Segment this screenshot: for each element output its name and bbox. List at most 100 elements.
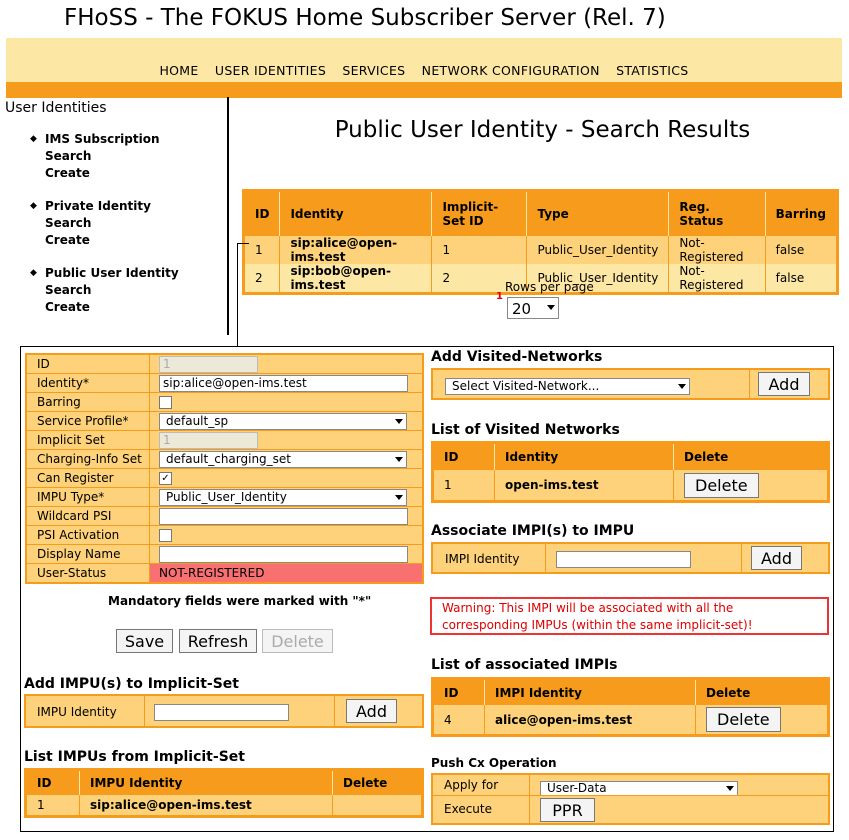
warning-message: Warning: This IMPI will be associated wi…	[430, 597, 829, 635]
mandatory-note: Mandatory fields were marked with "*"	[108, 594, 372, 608]
sidebar-heading: Private Identity	[30, 198, 151, 215]
impi-identity-input[interactable]	[556, 551, 691, 568]
field-label: Identity*	[26, 373, 150, 393]
service-profile-select[interactable]: default_sp	[159, 412, 407, 430]
column-header: Implicit-Set ID	[431, 190, 528, 236]
field-label: Service Profile*	[26, 411, 150, 431]
sidebar-link-search[interactable]: Search	[30, 282, 179, 299]
cell-delete: Delete	[695, 705, 829, 736]
rows-per-page-label: Rows per page	[505, 280, 594, 294]
display-name-field[interactable]	[159, 545, 408, 563]
cell-delete	[332, 795, 423, 817]
identity-field[interactable]: sip:alice@open-ims.test	[159, 374, 408, 392]
impu-identity-label: IMPU Identity	[37, 705, 117, 719]
sidebar-section-public-user-identity: Public User Identity Search Create	[30, 265, 179, 316]
chevron-down-icon	[395, 456, 403, 462]
column-header: ID	[25, 769, 80, 795]
field-label: ID	[26, 354, 150, 374]
cell-id: 1	[25, 795, 80, 817]
add-impi-button[interactable]: Add	[751, 546, 802, 570]
table-row: 1 open-ims.test Delete	[432, 470, 829, 502]
delete-impi-button[interactable]: Delete	[706, 707, 781, 732]
delete-visited-network-button[interactable]: Delete	[684, 472, 759, 498]
chevron-down-icon	[395, 418, 403, 424]
section-title: Add Visited-Networks	[431, 349, 603, 365]
sidebar-link-create[interactable]: Create	[30, 232, 151, 249]
cell-identity: open-ims.test	[494, 470, 674, 502]
cell-barring: false	[765, 236, 839, 264]
column-header: Barring	[765, 190, 838, 236]
add-visited-network-button[interactable]: Add	[758, 372, 810, 396]
nav-services[interactable]: SERVICES	[342, 63, 405, 78]
column-header: ID	[432, 442, 495, 470]
field-label: User-Status	[37, 566, 107, 580]
table-row: 4 alice@open-ims.test Delete	[432, 705, 829, 736]
sidebar-link-search[interactable]: Search	[30, 148, 160, 165]
column-header: ID	[432, 678, 485, 705]
associated-impis-table: ID IMPI Identity Delete 4 alice@open-ims…	[431, 677, 830, 737]
cell-implicit-set: 1	[431, 236, 528, 264]
barring-checkbox[interactable]	[159, 396, 172, 409]
field-label: Implicit Set	[26, 430, 150, 450]
charging-info-select[interactable]: default_charging_set	[159, 450, 407, 468]
select-value: Public_User_Identity	[166, 489, 287, 504]
column-header: IMPI Identity	[484, 678, 696, 705]
wildcard-psi-field[interactable]	[159, 507, 408, 525]
column-header: Identity	[279, 190, 433, 236]
header-band	[6, 38, 842, 61]
sidebar-link-create[interactable]: Create	[30, 299, 179, 316]
section-title: List of associated IMPIs	[431, 657, 618, 673]
selection-connector	[237, 243, 238, 347]
table-row[interactable]: 1 sip:alice@open-ims.test 1 Public_User_…	[243, 236, 839, 264]
can-register-checkbox[interactable]: ✓	[159, 472, 172, 485]
add-impu-button[interactable]: Add	[346, 699, 397, 723]
page-number-marker[interactable]: 1	[496, 291, 503, 302]
ppr-button[interactable]: PPR	[540, 798, 595, 822]
nav-home[interactable]: HOME	[159, 63, 198, 78]
impu-form: ID 1 Identity* sip:alice@open-ims.test B…	[25, 353, 424, 584]
page-title: Public User Identity - Search Results	[334, 117, 751, 143]
apply-for-select[interactable]: User-Data	[540, 781, 738, 796]
column-header: IMPU Identity	[79, 769, 333, 795]
cell-id: 4	[432, 705, 485, 736]
apply-for-label: Apply for	[444, 778, 499, 792]
rows-per-page-select[interactable]: 20	[507, 297, 559, 319]
cell-id: 1	[243, 236, 281, 264]
column-header: Reg. Status	[668, 190, 766, 236]
nav-network-configuration[interactable]: NETWORK CONFIGURATION	[422, 63, 600, 78]
impu-identity-input[interactable]	[154, 704, 289, 721]
save-button[interactable]: Save	[116, 629, 173, 653]
add-visited-box: Select Visited-Network... Add	[431, 368, 830, 400]
cell-identity[interactable]: sip:bob@open-ims.test	[279, 264, 433, 294]
add-impu-box: IMPU Identity Add	[24, 694, 424, 728]
implicit-set-field: 1	[159, 431, 258, 449]
select-value: default_sp	[166, 413, 229, 428]
field-label: IMPU Type*	[26, 487, 150, 507]
refresh-button[interactable]: Refresh	[179, 629, 257, 653]
sidebar-link-create[interactable]: Create	[30, 165, 160, 182]
table-row: 1 sip:alice@open-ims.test	[25, 795, 423, 817]
chevron-down-icon	[726, 786, 734, 791]
cell-identity[interactable]: sip:alice@open-ims.test	[279, 236, 433, 264]
sidebar-link-search[interactable]: Search	[30, 215, 151, 232]
header-accent-band	[6, 82, 842, 98]
push-cx-box: Apply for User-Data Execute PPR	[431, 773, 830, 825]
section-title: List of Visited Networks	[431, 422, 620, 438]
psi-activation-checkbox[interactable]	[159, 529, 172, 542]
select-value: User-Data	[547, 781, 607, 795]
select-value: default_charging_set	[166, 451, 292, 466]
nav-statistics[interactable]: STATISTICS	[616, 63, 688, 78]
cell-id: 2	[243, 264, 281, 294]
cell-id: 1	[432, 470, 495, 502]
sidebar-heading: Public User Identity	[30, 265, 179, 282]
impu-type-select[interactable]: Public_User_Identity	[159, 488, 407, 506]
section-title: Push Cx Operation	[431, 756, 557, 770]
sidebar-heading: IMS Subscription	[30, 131, 160, 148]
impu-list-table: ID IMPU Identity Delete 1 sip:alice@open…	[24, 768, 424, 818]
cell-impi-identity: alice@open-ims.test	[484, 705, 696, 736]
chevron-down-icon	[678, 384, 686, 389]
visited-network-select[interactable]: Select Visited-Network...	[445, 378, 690, 395]
execute-label: Execute	[444, 802, 492, 816]
section-title: List IMPUs from Implicit-Set	[24, 749, 245, 765]
nav-user-identities[interactable]: USER IDENTITIES	[215, 63, 326, 78]
